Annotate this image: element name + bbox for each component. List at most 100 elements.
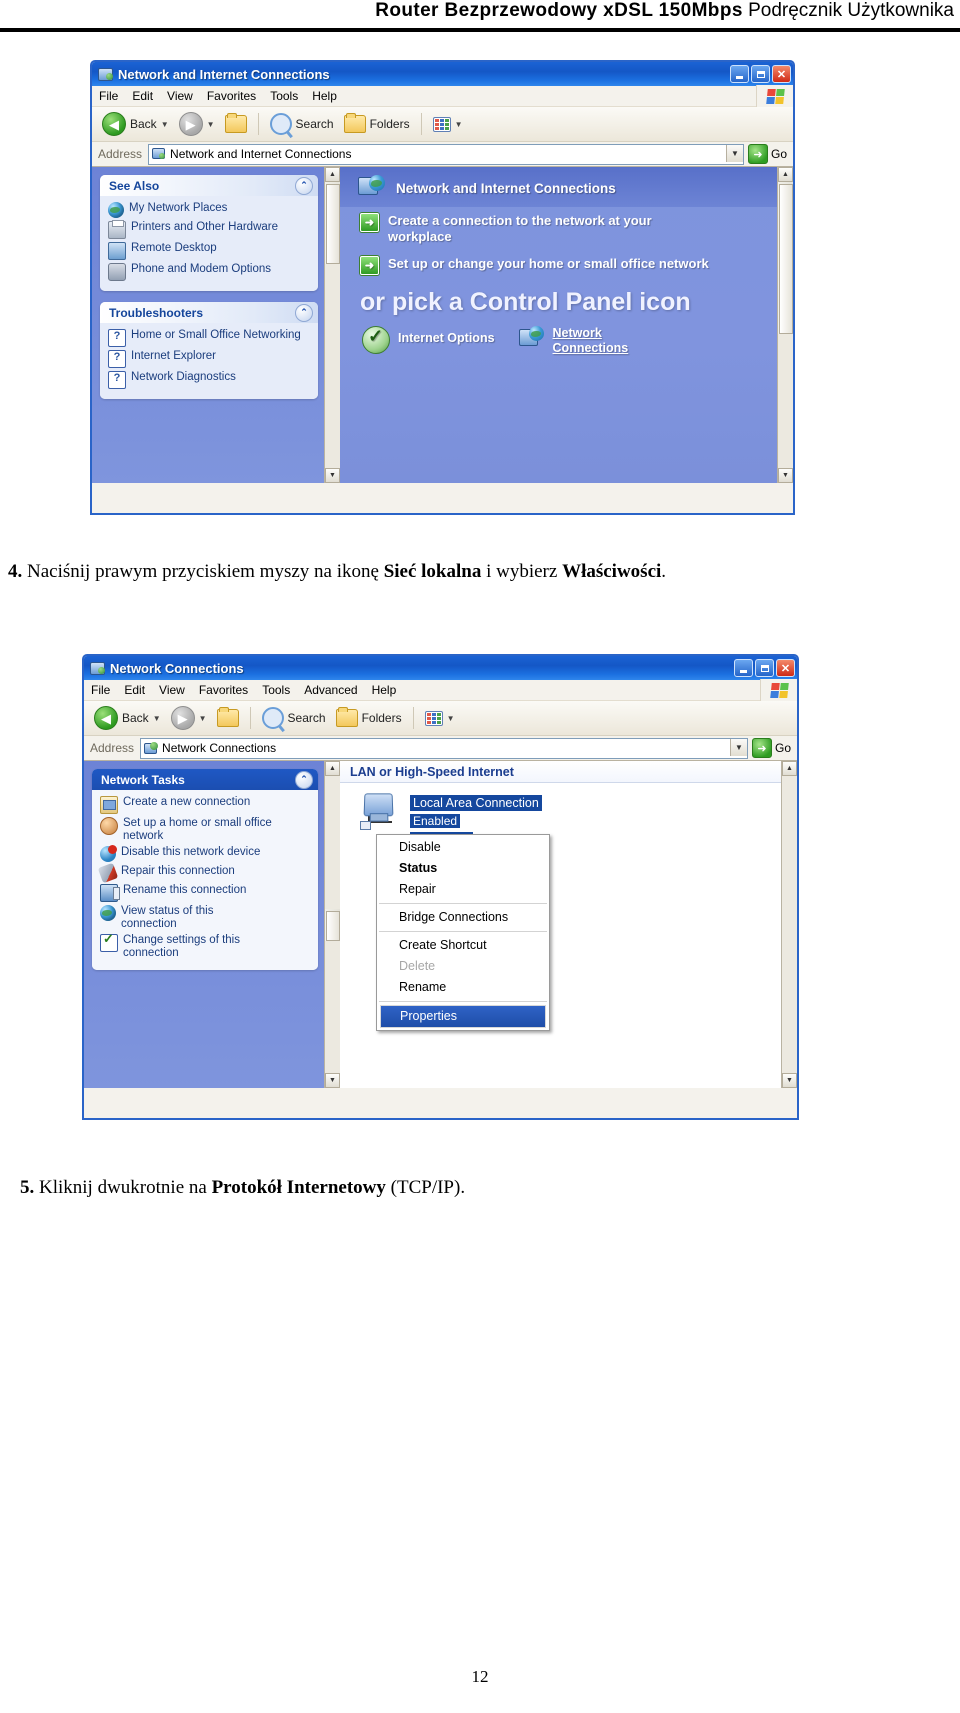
panel-network-tasks-header[interactable]: Network Tasks ⌃	[92, 769, 318, 790]
menu-item-edit[interactable]: Edit	[132, 89, 153, 103]
window1-taskpane[interactable]: See Also ⌃ My Network Places Printers an…	[92, 167, 324, 483]
panel-troubleshooters[interactable]: Troubleshooters ⌃ ? Home or Small Office…	[100, 302, 318, 399]
context-menu[interactable]: Disable Status Repair Bridge Connections…	[376, 834, 550, 1031]
window2-buttons[interactable]: ✕	[734, 659, 795, 677]
context-menu-item-disable[interactable]: Disable	[377, 837, 549, 858]
taskpane-scrollbar[interactable]: ▲ ▼	[324, 167, 340, 483]
chevron-down-icon[interactable]: ▼	[153, 714, 161, 723]
forward-button[interactable]: ▶ ▼	[175, 112, 219, 136]
window2-toolbar[interactable]: ◀ Back ▼ ▶ ▼ Search Folders ▼	[84, 701, 797, 736]
chevron-down-icon[interactable]: ▼	[199, 714, 207, 723]
list-item[interactable]: My Network Places	[108, 202, 312, 218]
scroll-down-button[interactable]: ▼	[782, 1073, 797, 1088]
scroll-down-button[interactable]: ▼	[325, 468, 340, 483]
chevron-down-icon[interactable]: ▼	[207, 120, 215, 129]
list-item[interactable]: Printers and Other Hardware	[108, 220, 312, 239]
go-button[interactable]: ➜ Go	[747, 144, 793, 164]
window2-content-scrollbar[interactable]: ▲ ▼	[781, 761, 797, 1088]
scroll-track[interactable]	[782, 776, 797, 1073]
list-item[interactable]: Disable this network device	[100, 845, 312, 862]
scroll-track[interactable]	[325, 264, 340, 468]
list-item[interactable]: Change settings of this connection	[100, 932, 312, 960]
window2-taskpane-scrollbar[interactable]: ▲ ▼	[324, 761, 340, 1088]
window-network-connections[interactable]: Network Connections ✕ File Edit View Fav…	[82, 654, 799, 1120]
chevron-down-icon[interactable]: ▼	[161, 120, 169, 129]
context-menu-item-properties[interactable]: Properties	[380, 1005, 546, 1028]
chevron-down-icon[interactable]: ▼	[729, 738, 747, 756]
list-item[interactable]: ? Network Diagnostics	[108, 371, 312, 389]
chevron-up-icon[interactable]: ⌃	[295, 770, 313, 789]
maximize-button[interactable]	[751, 65, 770, 83]
folders-button[interactable]: Folders	[332, 707, 406, 727]
scroll-thumb[interactable]	[778, 184, 793, 334]
cpl-item-label[interactable]: Network Connections	[553, 326, 639, 356]
menu-item-file[interactable]: File	[91, 683, 110, 697]
menu-item-help[interactable]: Help	[312, 89, 337, 103]
menu-item-tools[interactable]: Tools	[270, 89, 298, 103]
list-item[interactable]: View status of this connection	[100, 905, 312, 931]
panel-see-also[interactable]: See Also ⌃ My Network Places Printers an…	[100, 175, 318, 291]
maximize-button[interactable]	[755, 659, 774, 677]
scroll-down-button[interactable]: ▼	[325, 1073, 340, 1088]
up-button[interactable]	[213, 707, 243, 727]
scroll-thumb[interactable]	[325, 910, 340, 941]
window2-taskpane[interactable]: Network Tasks ⌃ Create a new connection …	[84, 761, 324, 1088]
window1-titlebar[interactable]: Network and Internet Connections ✕	[92, 62, 793, 86]
list-item[interactable]: Remote Desktop	[108, 242, 312, 260]
chevron-down-icon[interactable]: ▼	[725, 144, 743, 162]
chevron-down-icon[interactable]: ▼	[447, 714, 455, 723]
list-item[interactable]: Create a new connection	[100, 796, 312, 814]
window1-menubar[interactable]: File Edit View Favorites Tools Help	[92, 85, 793, 107]
menu-item-file[interactable]: File	[99, 89, 118, 103]
task-link-create-connection[interactable]: ➜ Create a connection to the network at …	[340, 207, 777, 245]
scroll-track[interactable]	[778, 334, 793, 468]
chevron-up-icon[interactable]: ⌃	[295, 176, 313, 195]
menu-item-favorites[interactable]: Favorites	[199, 683, 248, 697]
search-button[interactable]: Search	[258, 707, 330, 729]
list-item[interactable]: Repair this connection	[97, 862, 312, 884]
forward-button[interactable]: ▶ ▼	[167, 706, 211, 730]
minimize-button[interactable]	[734, 659, 753, 677]
close-icon[interactable]: ✕	[776, 659, 795, 677]
views-button[interactable]: ▼	[429, 116, 467, 132]
up-button[interactable]	[221, 113, 251, 133]
window2-titlebar[interactable]: Network Connections ✕	[84, 656, 797, 680]
menu-item-view[interactable]: View	[159, 683, 185, 697]
context-menu-item-create-shortcut[interactable]: Create Shortcut	[377, 935, 549, 956]
context-menu-item-repair[interactable]: Repair	[377, 879, 549, 900]
context-menu-item-status[interactable]: Status	[377, 858, 549, 879]
menu-item-edit[interactable]: Edit	[124, 683, 145, 697]
window1-addressbar[interactable]: Address Network and Internet Connections…	[92, 142, 793, 167]
address-input[interactable]: Network Connections ▼	[140, 737, 748, 759]
close-icon[interactable]: ✕	[772, 65, 791, 83]
window1-toolbar[interactable]: ◀ Back ▼ ▶ ▼ Search Folders ▼	[92, 107, 793, 142]
back-button[interactable]: ◀ Back ▼	[98, 112, 173, 136]
list-item[interactable]: ? Internet Explorer	[108, 350, 312, 368]
window2-menubar[interactable]: File Edit View Favorites Tools Advanced …	[84, 679, 797, 701]
go-button[interactable]: ➜ Go	[751, 738, 797, 758]
window1-buttons[interactable]: ✕	[730, 65, 791, 83]
list-item[interactable]: Phone and Modem Options	[108, 263, 312, 281]
search-button[interactable]: Search	[266, 113, 338, 135]
scroll-up-button[interactable]: ▲	[782, 761, 797, 776]
menu-item-advanced[interactable]: Advanced	[304, 683, 357, 697]
back-button[interactable]: ◀ Back ▼	[90, 706, 165, 730]
list-item[interactable]: Rename this connection	[100, 884, 312, 902]
address-input[interactable]: Network and Internet Connections ▼	[148, 143, 744, 165]
views-button[interactable]: ▼	[421, 710, 459, 726]
context-menu-item-rename[interactable]: Rename	[377, 977, 549, 998]
cpl-item-internet-options[interactable]: Internet Options	[362, 326, 495, 354]
menu-item-help[interactable]: Help	[372, 683, 397, 697]
list-item[interactable]: ? Home or Small Office Networking	[108, 329, 312, 347]
chevron-down-icon[interactable]: ▼	[455, 120, 463, 129]
folders-button[interactable]: Folders	[340, 113, 414, 133]
scroll-up-button[interactable]: ▲	[778, 167, 793, 182]
scroll-up-button[interactable]: ▲	[325, 761, 340, 776]
cpl-item-network-connections[interactable]: Network Connections	[518, 326, 639, 356]
context-menu-item-bridge-connections[interactable]: Bridge Connections	[377, 907, 549, 928]
panel-troubleshooters-header[interactable]: Troubleshooters ⌃	[100, 302, 318, 323]
list-item[interactable]: Set up a home or small office network	[100, 817, 312, 843]
window1-content-scrollbar[interactable]: ▲ ▼	[777, 167, 793, 483]
panel-see-also-header[interactable]: See Also ⌃	[100, 175, 318, 196]
window-network-and-internet-connections[interactable]: Network and Internet Connections ✕ File …	[90, 60, 795, 515]
